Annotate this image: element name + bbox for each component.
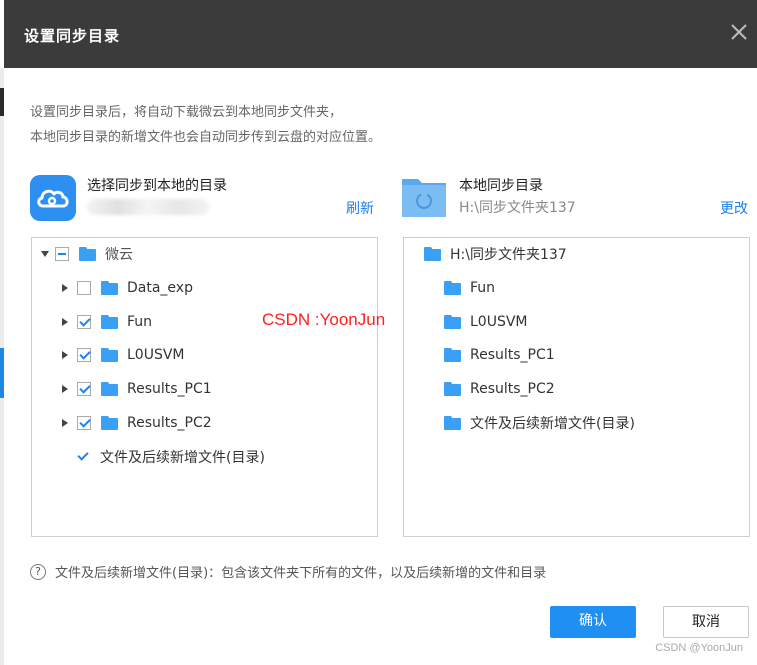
tree-label: H:\同步文件夹137 xyxy=(450,247,567,263)
source-title: 选择同步到本地的目录 xyxy=(87,178,227,194)
tree-label: L0USVM xyxy=(470,314,528,330)
local-folder-icon xyxy=(402,179,446,217)
description-line: 本地同步目录的新增文件也会自动同步传到云盘的对应位置。 xyxy=(30,130,382,145)
tree-label: Results_PC2 xyxy=(127,415,212,431)
local-path: H:\同步文件夹137 xyxy=(459,200,576,216)
folder-icon xyxy=(444,315,461,329)
tree-label: Data_exp xyxy=(127,280,193,296)
folder-icon xyxy=(101,281,118,295)
tree-label: 文件及后续新增文件(目录) xyxy=(470,416,635,432)
change-link[interactable]: 更改 xyxy=(720,198,748,218)
local-title: 本地同步目录 xyxy=(459,178,543,194)
folder-icon xyxy=(79,247,96,261)
dialog-title: 设置同步目录 xyxy=(24,27,121,45)
checkbox-checked[interactable] xyxy=(77,315,91,329)
collapse-arrow-icon[interactable] xyxy=(41,251,49,257)
help-note: ? 文件及后续新增文件(目录)：包含该文件夹下所有的文件，以及后续新增的文件和目… xyxy=(30,562,546,581)
tree-label: Results_PC1 xyxy=(127,381,212,397)
cloud-icon xyxy=(30,175,76,221)
folder-icon xyxy=(444,382,461,396)
checkbox-checked[interactable] xyxy=(77,382,91,396)
folder-icon xyxy=(444,416,461,430)
local-tree-row: 文件及后续新增文件(目录) xyxy=(444,411,635,435)
folder-icon xyxy=(444,348,461,362)
tree-label: Fun xyxy=(127,314,153,330)
tree-row[interactable]: Results_PC1 xyxy=(62,377,212,401)
cloud-tree-panel[interactable]: 微云 Data_exp Fun L0USVM Results_PC1 Resul… xyxy=(31,237,378,537)
help-note-text: 文件及后续新增文件(目录)：包含该文件夹下所有的文件，以及后续新增的文件和目录 xyxy=(55,566,547,581)
checkbox-unchecked[interactable] xyxy=(77,281,91,295)
folder-icon xyxy=(424,247,441,261)
blurred-account-name xyxy=(87,199,209,215)
tree-label: Results_PC1 xyxy=(470,347,555,363)
folder-icon xyxy=(101,416,118,430)
tree-row[interactable]: Data_exp xyxy=(62,276,193,300)
folder-icon xyxy=(101,382,118,396)
expand-arrow-icon[interactable] xyxy=(62,351,68,359)
csdn-watermark: CSDN :YoonJun xyxy=(262,310,386,329)
local-tree-row-root: H:\同步文件夹137 xyxy=(424,242,567,266)
tree-row-root[interactable]: 微云 xyxy=(41,242,133,266)
confirm-button[interactable]: 确认 xyxy=(550,606,636,638)
tree-label: 微云 xyxy=(105,247,133,263)
local-tree-row: L0USVM xyxy=(444,310,528,334)
description-line: 设置同步目录后，将自动下载微云到本地同步文件夹， xyxy=(30,105,343,120)
folder-icon xyxy=(101,315,118,329)
checkbox-checked[interactable] xyxy=(77,416,91,430)
close-icon[interactable] xyxy=(727,20,751,44)
expand-arrow-icon[interactable] xyxy=(62,419,68,427)
expand-arrow-icon[interactable] xyxy=(62,284,68,292)
local-tree-row: Results_PC1 xyxy=(444,343,555,367)
tree-row[interactable]: Results_PC2 xyxy=(62,411,212,435)
background-edge-mark xyxy=(0,88,4,116)
expand-arrow-icon[interactable] xyxy=(62,318,68,326)
local-tree-row: Results_PC2 xyxy=(444,377,555,401)
checkbox-checked[interactable] xyxy=(76,450,90,464)
local-tree-row: Fun xyxy=(444,276,495,300)
dialog-description: 设置同步目录后，将自动下载微云到本地同步文件夹， 本地同步目录的新增文件也会自动… xyxy=(30,100,381,150)
tree-label: L0USVM xyxy=(127,347,185,363)
expand-arrow-icon[interactable] xyxy=(62,385,68,393)
tree-label: Fun xyxy=(470,280,496,296)
tree-row[interactable]: L0USVM xyxy=(62,343,185,367)
tree-label: Results_PC2 xyxy=(470,381,555,397)
folder-icon xyxy=(101,348,118,362)
background-window-edge xyxy=(0,68,4,665)
refresh-link[interactable]: 刷新 xyxy=(346,198,374,218)
checkbox-partial[interactable] xyxy=(55,247,69,261)
cancel-button[interactable]: 取消 xyxy=(663,606,749,638)
local-tree-panel: H:\同步文件夹137 Fun L0USVM Results_PC1 Resul… xyxy=(403,237,750,537)
question-icon: ? xyxy=(30,563,46,580)
checkbox-checked[interactable] xyxy=(77,348,91,362)
folder-icon xyxy=(444,281,461,295)
background-edge-accent xyxy=(0,348,4,398)
tree-row-new-files[interactable]: 文件及后续新增文件(目录) xyxy=(76,445,265,469)
tree-label: 文件及后续新增文件(目录) xyxy=(100,450,265,466)
dialog-titlebar: 设置同步目录 xyxy=(4,0,757,68)
footer-watermark: CSDN @YoonJun xyxy=(655,642,743,654)
tree-row[interactable]: Fun xyxy=(62,310,152,334)
